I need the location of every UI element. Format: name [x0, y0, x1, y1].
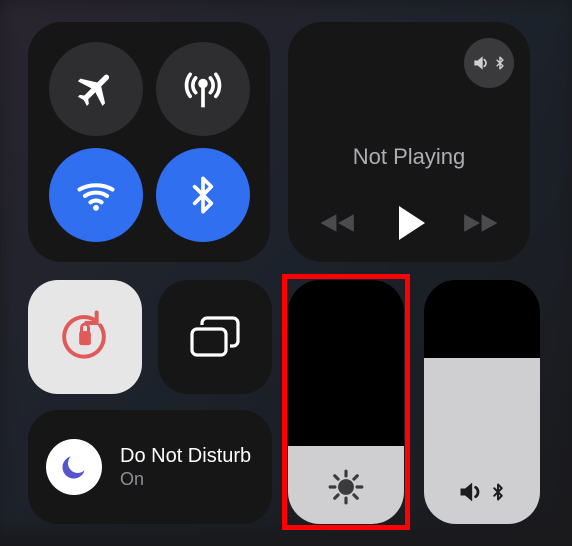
bluetooth-toggle[interactable] [156, 148, 250, 242]
audio-output-button[interactable] [464, 38, 514, 88]
bluetooth-small-icon [489, 480, 507, 504]
volume-output-icon [424, 478, 540, 506]
screen-mirroring-icon [188, 315, 242, 359]
moon-icon [59, 452, 89, 482]
media-panel[interactable]: Not Playing [288, 22, 530, 262]
bluetooth-icon [183, 175, 223, 215]
antenna-icon [181, 67, 225, 111]
screen-mirroring-button[interactable] [158, 280, 272, 394]
focus-state: On [120, 469, 251, 490]
focus-button[interactable]: Do Not Disturb On [28, 410, 272, 524]
connectivity-panel [28, 22, 270, 262]
now-playing-status: Not Playing [288, 144, 530, 170]
focus-labels: Do Not Disturb On [120, 445, 251, 490]
play-icon [399, 206, 425, 240]
speaker-icon [471, 53, 491, 73]
dnd-moon-badge [46, 439, 102, 495]
orientation-lock-toggle[interactable] [28, 280, 142, 394]
focus-title: Do Not Disturb [120, 445, 251, 467]
cellular-data-toggle[interactable] [156, 42, 250, 136]
media-transport-controls [288, 206, 530, 240]
brightness-icon [288, 468, 404, 506]
rotation-lock-icon [57, 309, 113, 365]
wifi-icon [74, 173, 118, 217]
wifi-toggle[interactable] [49, 148, 143, 242]
airplane-icon [74, 67, 118, 111]
play-button[interactable] [393, 206, 425, 240]
volume-slider[interactable] [424, 280, 540, 524]
fast-forward-button[interactable] [461, 210, 499, 236]
rewind-button[interactable] [319, 210, 357, 236]
bluetooth-small-icon [493, 54, 507, 72]
brightness-slider[interactable] [288, 280, 404, 524]
airplane-mode-toggle[interactable] [49, 42, 143, 136]
